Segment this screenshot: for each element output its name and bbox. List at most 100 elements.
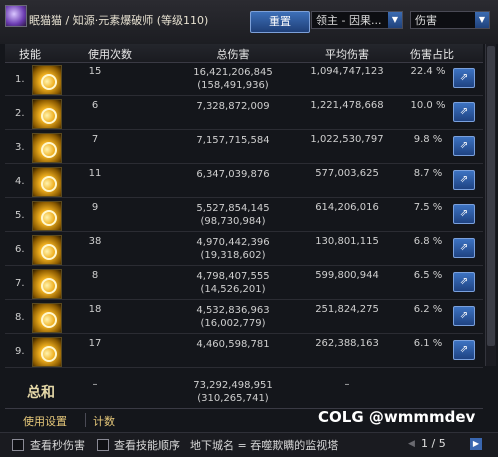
tab-count[interactable]: 计数	[93, 413, 115, 429]
skill-icon	[32, 65, 62, 95]
share-icon[interactable]: ⇗	[453, 306, 475, 326]
use-count: 11	[88, 168, 102, 179]
reset-button[interactable]: 重置	[250, 11, 310, 33]
skill-order-checkbox[interactable]	[97, 439, 109, 451]
scrollbar-thumb[interactable]	[487, 46, 495, 346]
share-icon[interactable]: ⇗	[453, 272, 475, 292]
skill-icon	[32, 99, 62, 129]
skill-icon	[32, 269, 62, 299]
average-damage: 614,206,016	[315, 202, 379, 213]
total-damage-sub: (19,318,602)	[200, 250, 266, 261]
dps-checkbox[interactable]	[12, 439, 24, 451]
total-damage: 4,970,442,396 (19,318,602)	[163, 236, 303, 262]
summary-total-value: 73,292,498,951	[193, 380, 273, 391]
next-page-icon[interactable]: ▶	[470, 438, 482, 450]
row-number: 7.	[15, 278, 25, 289]
share-icon[interactable]: ⇗	[453, 340, 475, 360]
metric-select[interactable]: 伤害 ▼	[410, 11, 490, 29]
dungeon-select[interactable]: 领主 - 因果... ▼	[311, 11, 403, 29]
tab-divider	[85, 413, 86, 427]
table-header: 技能 使用次数 总伤害 平均伤害 伤害占比	[5, 44, 483, 63]
column-header-uses: 使用次数	[88, 48, 132, 61]
table-row: 5. 9 5,527,854,145 (98,730,984) 614,206,0…	[5, 199, 483, 232]
summary-average: –	[344, 379, 350, 390]
row-number: 8.	[15, 312, 25, 323]
column-header-damage-share: 伤害占比	[410, 48, 454, 61]
skill-order-checkbox-label[interactable]: 查看技能顺序	[114, 437, 180, 453]
row-number: 2.	[15, 108, 25, 119]
watermark: COLG @wmmmdev	[318, 408, 476, 426]
total-damage: 4,532,836,963 (16,002,779)	[163, 304, 303, 330]
total-damage-value: 6,347,039,876	[196, 169, 270, 180]
total-damage: 4,460,598,781	[163, 338, 303, 351]
row-number: 5.	[15, 210, 25, 221]
summary-label: 总和	[27, 385, 55, 401]
row-number: 9.	[15, 346, 25, 357]
skill-icon	[32, 337, 62, 367]
use-count: 15	[88, 66, 102, 77]
page-title: 眠猫猫 / 知源·元素爆破师 (等级110)	[29, 14, 209, 27]
table-scrollbar[interactable]	[485, 44, 496, 366]
average-damage: 262,388,163	[315, 338, 379, 349]
average-damage: 1,221,478,668	[310, 100, 384, 111]
summary-row: 总和 – 73,292,498,951 (310,265,741) –	[5, 376, 483, 408]
total-damage-sub: (98,730,984)	[200, 216, 266, 227]
table-row: 6. 38 4,970,442,396 (19,318,602) 130,801,…	[5, 233, 483, 266]
use-count: 38	[88, 236, 102, 247]
skill-icon	[32, 167, 62, 197]
total-damage: 16,421,206,845 (158,491,936)	[163, 66, 303, 92]
tab-usage-settings[interactable]: 使用设置	[23, 413, 67, 429]
skill-icon	[32, 235, 62, 265]
dungeon-select-value: 领主 - 因果...	[316, 14, 382, 27]
total-damage: 6,347,039,876	[163, 168, 303, 181]
skill-icon	[32, 201, 62, 231]
share-icon[interactable]: ⇗	[453, 204, 475, 224]
table-row: 9. 17 4,460,598,781 262,388,163 6.1 % ⇗	[5, 335, 483, 368]
total-damage-value: 7,328,872,009	[196, 101, 270, 112]
total-damage-sub: (158,491,936)	[197, 80, 269, 91]
row-number: 6.	[15, 244, 25, 255]
share-icon[interactable]: ⇗	[453, 170, 475, 190]
summary-count: –	[92, 379, 98, 390]
use-count: 6	[91, 100, 99, 111]
row-number: 1.	[15, 74, 25, 85]
total-damage-value: 7,157,715,584	[196, 135, 270, 146]
table-row: 7. 8 4,798,407,555 (14,526,201) 599,800,9…	[5, 267, 483, 300]
page-indicator: 1 / 5	[421, 437, 446, 450]
skill-icon	[32, 303, 62, 333]
avatar	[5, 5, 27, 27]
share-icon[interactable]: ⇗	[453, 102, 475, 122]
use-count: 9	[91, 202, 99, 213]
share-icon[interactable]: ⇗	[453, 238, 475, 258]
total-damage: 5,527,854,145 (98,730,984)	[163, 202, 303, 228]
chevron-down-icon[interactable]: ▼	[475, 12, 489, 28]
summary-total: 73,292,498,951 (310,265,741)	[163, 379, 303, 405]
summary-total-sub: (310,265,741)	[197, 393, 269, 404]
total-damage-sub: (16,002,779)	[200, 318, 266, 329]
share-icon[interactable]: ⇗	[453, 68, 475, 88]
chevron-down-icon[interactable]: ▼	[388, 12, 402, 28]
dps-checkbox-label[interactable]: 查看秒伤害	[30, 437, 85, 453]
dungeon-name: 地下城名 = 吞噬欺瞒的监视塔	[190, 439, 339, 452]
average-damage: 599,800,944	[315, 270, 379, 281]
metric-select-value: 伤害	[415, 14, 437, 27]
column-header-skill: 技能	[19, 48, 41, 61]
table-row: 8. 18 4,532,836,963 (16,002,779) 251,824,…	[5, 301, 483, 334]
prev-page-icon[interactable]: ◀	[408, 439, 415, 449]
skill-icon	[32, 133, 62, 163]
use-count: 18	[88, 304, 102, 315]
total-damage-value: 4,970,442,396	[196, 237, 270, 248]
table-row: 1. 15 16,421,206,845 (158,491,936) 1,094,…	[5, 63, 483, 96]
total-damage-value: 4,798,407,555	[196, 271, 270, 282]
average-damage: 1,094,747,123	[310, 66, 384, 77]
column-header-total-damage: 总伤害	[216, 48, 250, 61]
average-damage: 1,022,530,797	[310, 134, 384, 145]
total-damage-value: 4,532,836,963	[196, 305, 270, 316]
top-bar: 眠猫猫 / 知源·元素爆破师 (等级110) 重置 领主 - 因果... ▼ 伤…	[0, 0, 498, 44]
average-damage: 130,801,115	[315, 236, 379, 247]
share-icon[interactable]: ⇗	[453, 136, 475, 156]
row-number: 3.	[15, 142, 25, 153]
table-row: 4. 11 6,347,039,876 577,003,625 8.7 % ⇗	[5, 165, 483, 198]
table-row: 2. 6 7,328,872,009 1,221,478,668 10.0 % …	[5, 97, 483, 130]
footer-bar: 查看秒伤害 查看技能顺序 地下城名 = 吞噬欺瞒的监视塔 ◀ 1 / 5 ▶	[0, 432, 498, 457]
